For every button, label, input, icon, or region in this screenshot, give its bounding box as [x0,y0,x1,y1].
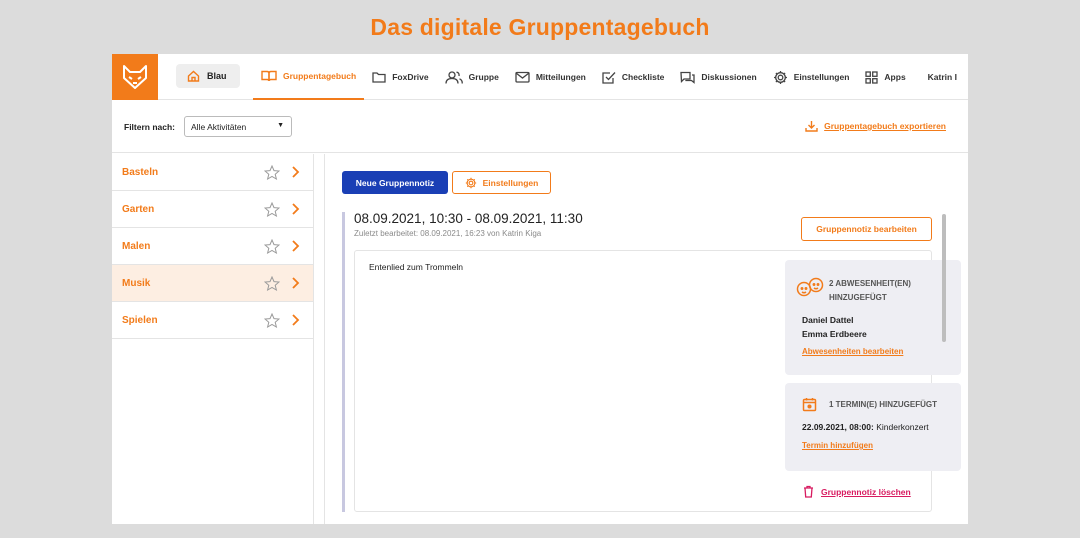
nav-label: Einstellungen [793,72,850,82]
note-text: Entenlied zum Trommeln [369,262,464,272]
nav-apps[interactable]: Apps [857,54,913,100]
nav-foxdrive[interactable]: FoxDrive [364,54,436,100]
group-note-card: Entenlied zum Trommeln 2 ABWESENHEIT(EN)… [354,250,961,512]
chevron-right-icon[interactable] [290,239,300,253]
user-menu[interactable]: Katrin I [914,54,965,100]
nav-gruppe[interactable]: Gruppe [437,54,507,100]
nav-mitteilungen[interactable]: Mitteilungen [507,54,594,100]
delete-group-note-label: Gruppennotiz löschen [821,486,911,497]
sidebar-item-label: Basteln [122,166,159,178]
nav-label: FoxDrive [392,72,429,82]
export-diary-link[interactable]: Gruppentagebuch exportieren [805,120,946,132]
content-scrollbar[interactable] [942,214,946,342]
calendar-icon [802,398,817,412]
appointment-event: Kinderkonzert [876,422,929,432]
add-appointment-link[interactable]: Termin hinzufügen [802,441,873,450]
activity-filter-select[interactable]: Alle Aktivitäten ▼ [184,116,292,137]
sidebar-item-label: Garten [122,203,155,215]
chat-icon [680,71,696,84]
chevron-right-icon[interactable] [290,276,300,290]
appointments-box: 1 TERMIN(E) HINZUGEFÜGT 22.09.2021, 08:0… [785,383,961,471]
nav-label: Mitteilungen [535,72,586,82]
caret-down-icon: ▼ [277,122,284,129]
edit-group-note-button[interactable]: Gruppennotiz bearbeiten [801,217,932,241]
sidebar-item-label: Musik [122,277,151,289]
nav-label: Gruppentagebuch [283,71,357,81]
download-icon [805,121,818,132]
trash-icon [804,485,813,498]
group-selector-button[interactable]: Blau [176,64,240,88]
nav-label: Gruppe [468,72,499,82]
star-icon[interactable] [264,276,280,291]
group-selector-label: Blau [207,71,227,81]
sidebar-item-label: Malen [122,240,151,252]
sidebar-item-label: Spielen [122,314,158,326]
appointments-heading: 1 TERMIN(E) HINZUGEFÜGT [829,400,937,409]
top-navigation-bar: Blau Gruppentagebuch FoxDrive Gruppe Mit… [112,54,968,100]
absences-heading: 2 ABWESENHEIT(EN) HINZUGEFÜGT [829,277,911,305]
activity-filter-value: Alle Aktivitäten [191,122,247,132]
content-divider [324,154,325,524]
checklist-icon [602,71,616,84]
gear-icon [773,70,787,84]
chevron-right-icon[interactable] [290,165,300,179]
fox-logo-icon[interactable] [112,54,158,100]
settings-button-label: Einstellungen [482,177,539,188]
appointment-date: 22.09.2021, 08:00: [802,422,874,432]
sidebar-item-spielen[interactable]: Spielen [112,302,313,339]
main-nav: Gruppentagebuch FoxDrive Gruppe Mitteilu… [253,54,965,100]
book-icon [261,70,277,82]
page-banner-title: Das digitale Gruppentagebuch [370,14,710,40]
chevron-right-icon[interactable] [290,202,300,216]
chevron-right-icon[interactable] [290,313,300,327]
mail-icon [515,71,530,83]
gear-icon [465,177,476,188]
nav-label: Checkliste [621,72,665,82]
entry-title: 08.09.2021, 10:30 - 08.09.2021, 11:30 [354,211,583,226]
filter-bar: Filtern nach: Alle Aktivitäten ▼ Gruppen… [112,100,968,153]
sidebar-item-malen[interactable]: Malen [112,228,313,265]
appointment-detail: 22.09.2021, 08:00: Kinderkonzert [802,422,929,432]
nav-label: Apps [884,72,906,82]
settings-button[interactable]: Einstellungen [452,171,551,194]
export-diary-label: Gruppentagebuch exportieren [824,121,946,131]
star-icon[interactable] [264,313,280,328]
home-icon [187,70,200,82]
entry-accent-bar [342,212,345,512]
delete-group-note-link[interactable]: Gruppennotiz löschen [803,485,911,498]
star-icon[interactable] [264,239,280,254]
nav-diskussionen[interactable]: Diskussionen [672,54,764,100]
absences-box: 2 ABWESENHEIT(EN) HINZUGEFÜGT Daniel Dat… [785,260,961,375]
absences-heading-line2: HINZUGEFÜGT [829,293,887,302]
users-icon [444,70,463,84]
absent-child-list: Daniel Dattel Emma Erdbeere [802,313,867,341]
sidebar-item-musik[interactable]: Musik [112,265,313,302]
star-icon[interactable] [264,202,280,217]
nav-gruppentagebuch[interactable]: Gruppentagebuch [253,54,365,100]
apps-icon [865,70,879,84]
absent-child-name: Daniel Dattel [802,315,854,325]
category-sidebar: Basteln Garten Malen Musik Spielen [112,154,314,524]
star-icon[interactable] [264,165,280,180]
user-name: Katrin I [927,72,957,82]
edit-absences-link[interactable]: Abwesenheiten bearbeiten [802,347,903,356]
absences-heading-line1: 2 ABWESENHEIT(EN) [829,279,911,288]
entry-last-edited: Zuletzt bearbeitet: 08.09.2021, 16:23 vo… [354,229,542,238]
nav-einstellungen[interactable]: Einstellungen [765,54,858,100]
sidebar-item-basteln[interactable]: Basteln [112,154,313,191]
children-faces-icon [796,277,824,297]
nav-label: Diskussionen [701,72,757,82]
sidebar-item-garten[interactable]: Garten [112,191,313,228]
nav-checkliste[interactable]: Checkliste [594,54,673,100]
app-window: Blau Gruppentagebuch FoxDrive Gruppe Mit… [112,54,968,524]
filter-label: Filtern nach: [124,122,176,132]
folder-icon [372,72,386,83]
absent-child-name: Emma Erdbeere [802,329,867,339]
new-group-note-button[interactable]: Neue Gruppennotiz [342,171,448,194]
